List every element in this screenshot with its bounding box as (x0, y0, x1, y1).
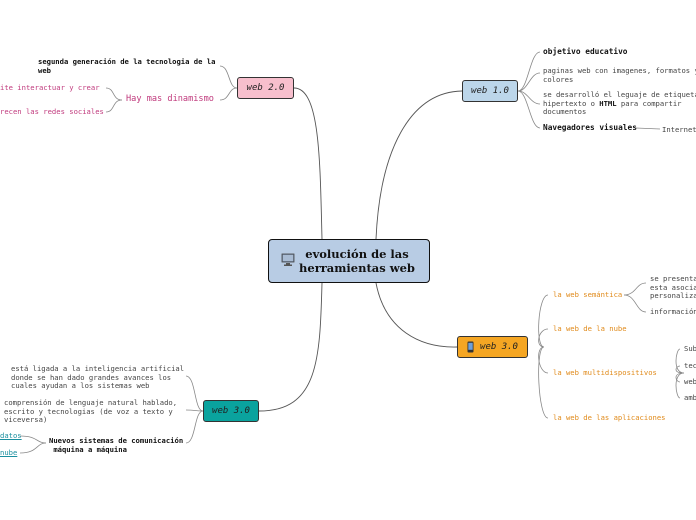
web3-semantic[interactable]: la web semántica (553, 290, 622, 300)
web3-cloud[interactable]: la web de la nube (553, 324, 627, 334)
web2-dynamism[interactable]: Hay mas dinamismo (126, 95, 214, 104)
topic-web-3-0-orange[interactable]: web 3.0 (457, 336, 528, 358)
web3t-m2m[interactable]: Nuevos sistemas de comunicación máquina … (49, 436, 183, 454)
web3-semantic-desc[interactable]: se presenta esta asocia personaliza (650, 274, 696, 301)
web1-pages[interactable]: paginas web con imagenes, formatos y colo… (543, 66, 696, 84)
central-title: evolución de las herramientas web (299, 247, 415, 275)
central-topic[interactable]: evolución de las herramientas web (268, 239, 430, 283)
web3-multi-item-3[interactable]: web (684, 377, 696, 387)
computer-icon (281, 252, 295, 271)
web3-info[interactable]: información (650, 307, 696, 317)
web3-apps[interactable]: la web de las aplicaciones (553, 413, 666, 423)
web1-objective[interactable]: objetivo educativo (543, 47, 628, 57)
web3t-ai[interactable]: está ligada a la inteligencia artificial… (11, 364, 184, 391)
topic-web-2-0[interactable]: web 2.0 (237, 77, 294, 99)
web3t-cloud[interactable]: nube (0, 448, 17, 458)
web3-multidevice[interactable]: la web multidispositivos (553, 368, 657, 378)
web3-multi-item-1[interactable]: Sub (684, 344, 696, 354)
phone-icon (467, 341, 474, 353)
topic-web-1-0[interactable]: web 1.0 (462, 80, 518, 102)
web3t-natural-language[interactable]: comprensión de lenguaje natural hablado,… (4, 398, 177, 425)
web2-second-gen[interactable]: segunda generación de la tecnologia de l… (38, 57, 215, 75)
web2-interact[interactable]: ite interactuar y crear (0, 83, 100, 93)
web3-multi-item-4[interactable]: amb (684, 393, 696, 403)
topic-web-3-0-teal[interactable]: web 3.0 (203, 400, 259, 422)
web1-browsers[interactable]: Navegadores visuales (543, 123, 637, 133)
web3-multi-item-2[interactable]: tec (684, 361, 696, 371)
web1-internet[interactable]: Internet (662, 125, 696, 135)
web3t-data[interactable]: datos (0, 431, 22, 441)
web2-social[interactable]: recen las redes sociales (0, 107, 104, 117)
web1-html[interactable]: se desarrolló el leguaje de etiquetas hi… (543, 90, 696, 117)
